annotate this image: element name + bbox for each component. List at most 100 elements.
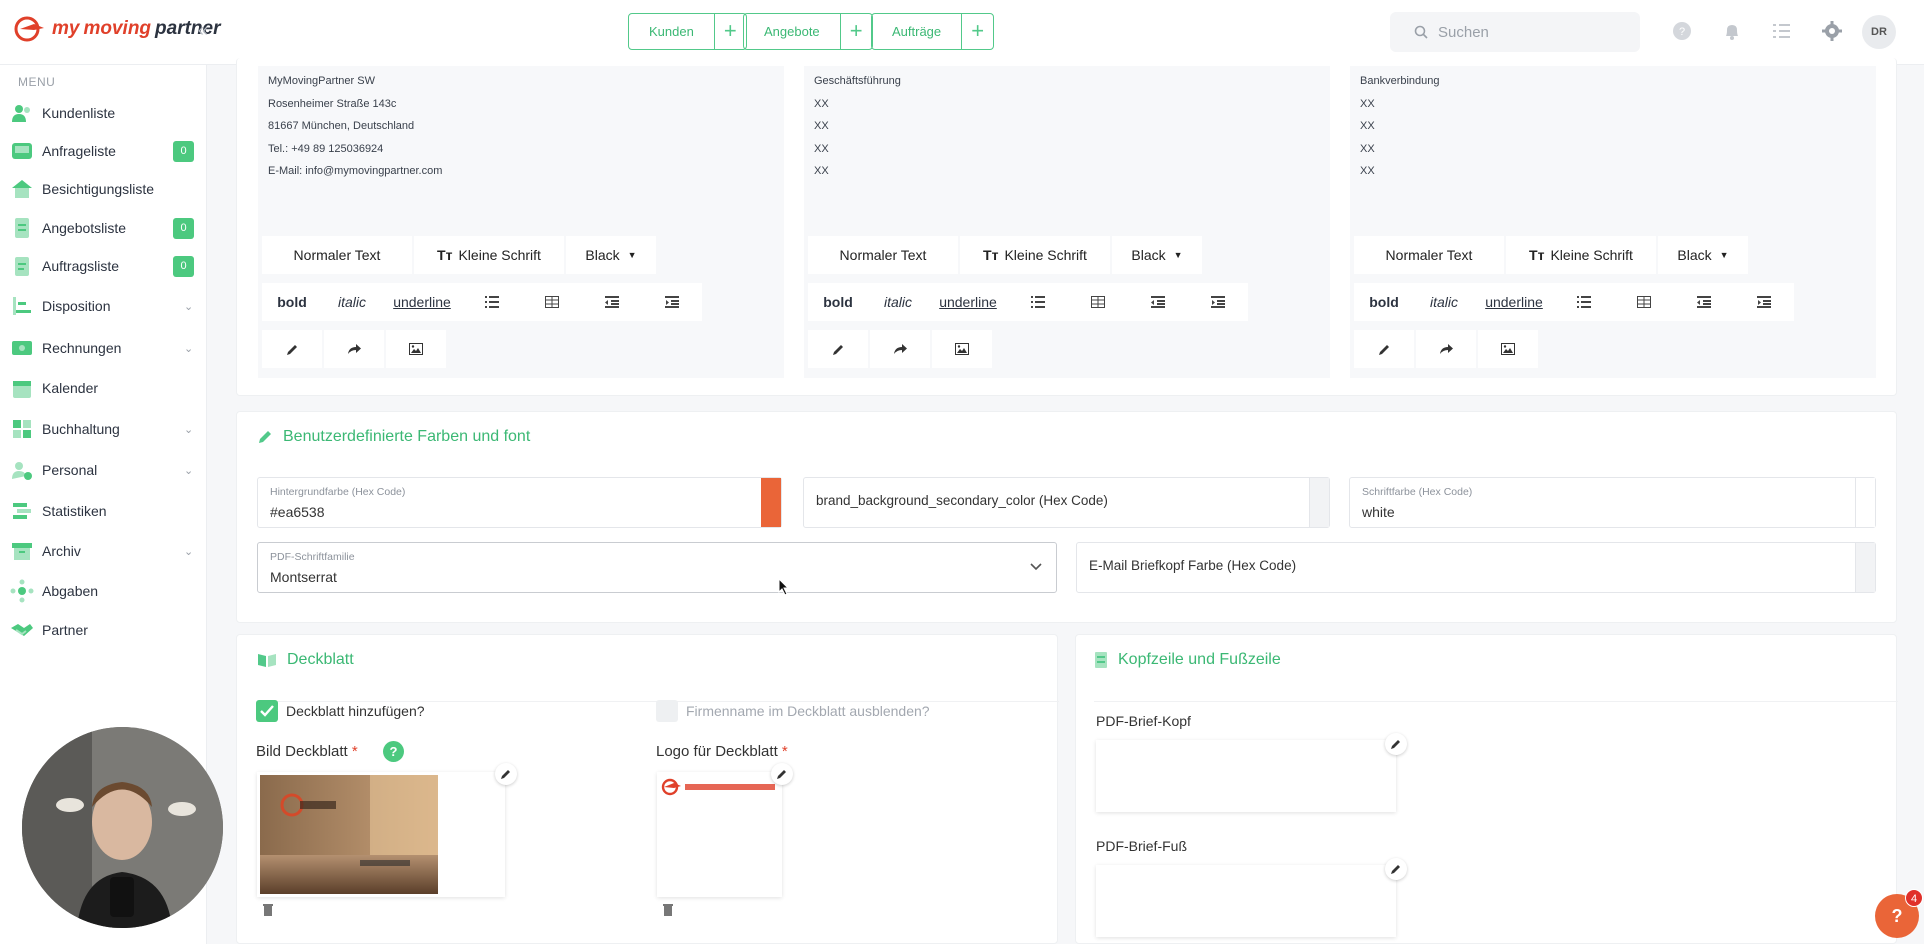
underline-button[interactable]: underline bbox=[928, 283, 1008, 321]
redo-button[interactable] bbox=[1416, 330, 1476, 368]
insert-image-button[interactable] bbox=[386, 330, 446, 368]
quick-angebote-button[interactable]: Angebote bbox=[744, 14, 840, 49]
trash-icon[interactable] bbox=[262, 902, 274, 916]
underline-button[interactable]: underline bbox=[382, 283, 462, 321]
table-button[interactable] bbox=[1068, 283, 1128, 321]
sidebar-item-auftragsliste[interactable]: Auftragsliste 0 bbox=[0, 249, 207, 283]
sidebar-item-angebotsliste[interactable]: Angebotsliste 0 bbox=[0, 211, 207, 245]
help-icon[interactable]: ? bbox=[383, 741, 404, 762]
sidebar-item-disposition[interactable]: Disposition ⌄ bbox=[0, 289, 207, 323]
hide-company-checkbox[interactable] bbox=[656, 700, 678, 722]
small-font-button[interactable]: Tт Kleine Schrift bbox=[414, 236, 564, 274]
insert-image-button[interactable] bbox=[1478, 330, 1538, 368]
font-color-field[interactable]: Schriftfarbe (Hex Code) white bbox=[1349, 477, 1876, 528]
editor-2-content[interactable]: Geschäftsführung XX XX XX XX bbox=[814, 70, 901, 183]
redo-button[interactable] bbox=[870, 330, 930, 368]
sidebar-item-statistiken[interactable]: Statistiken bbox=[0, 494, 207, 528]
deckblatt-add-checkbox[interactable] bbox=[256, 700, 278, 722]
indent-button[interactable] bbox=[642, 283, 702, 321]
edit-source-button[interactable] bbox=[1354, 330, 1414, 368]
pdf-brief-kopf-box[interactable] bbox=[1096, 740, 1396, 812]
list-button[interactable] bbox=[1008, 283, 1068, 321]
trash-icon[interactable] bbox=[662, 902, 674, 916]
edit-logo-icon[interactable] bbox=[771, 763, 793, 785]
add-auftrag-icon[interactable]: + bbox=[961, 14, 993, 49]
avatar[interactable]: DR bbox=[1862, 15, 1896, 49]
sidebar-item-rechnungen[interactable]: Rechnungen ⌄ bbox=[0, 331, 207, 365]
outdent-button[interactable] bbox=[582, 283, 642, 321]
italic-button[interactable]: italic bbox=[1414, 283, 1474, 321]
color-swatch[interactable] bbox=[761, 478, 781, 527]
pdf-brief-fuss-box[interactable] bbox=[1096, 865, 1396, 937]
sidebar-item-besichtigungsliste[interactable]: Besichtigungsliste bbox=[0, 172, 207, 206]
list-button[interactable] bbox=[462, 283, 522, 321]
quick-auftraege-button[interactable]: Aufträge bbox=[872, 14, 961, 49]
bell-icon[interactable] bbox=[1721, 20, 1743, 42]
quick-kunden-button[interactable]: Kunden bbox=[629, 14, 714, 49]
email-header-color-field[interactable]: E-Mail Briefkopf Farbe (Hex Code) bbox=[1076, 542, 1876, 593]
pdf-font-select[interactable]: PDF-Schriftfamilie Montserrat bbox=[257, 542, 1057, 593]
color-dropdown[interactable]: Black ▼ bbox=[1112, 236, 1202, 274]
editor-1-content[interactable]: MyMovingPartner SW Rosenheimer Straße 14… bbox=[268, 70, 442, 183]
sidebar-item-personal[interactable]: Personal ⌄ bbox=[0, 453, 207, 487]
color-dropdown[interactable]: Black ▼ bbox=[1658, 236, 1748, 274]
deckblatt-image-box[interactable] bbox=[257, 772, 505, 897]
sidebar-item-label: Disposition bbox=[42, 298, 111, 314]
indent-button[interactable] bbox=[1734, 283, 1794, 321]
required-marker: * bbox=[781, 743, 788, 760]
normal-text-button[interactable]: Normaler Text bbox=[262, 236, 412, 274]
edit-source-button[interactable] bbox=[808, 330, 868, 368]
secondary-color-field[interactable]: brand_background_secondary_color (Hex Co… bbox=[803, 477, 1330, 528]
small-font-button[interactable]: Tт Kleine Schrift bbox=[1506, 236, 1656, 274]
sidebar-item-kundenliste[interactable]: Kundenliste bbox=[0, 96, 207, 130]
normal-text-button[interactable]: Normaler Text bbox=[808, 236, 958, 274]
indent-icon bbox=[1757, 296, 1771, 308]
insert-image-button[interactable] bbox=[932, 330, 992, 368]
table-button[interactable] bbox=[522, 283, 582, 321]
add-kunde-icon[interactable]: + bbox=[713, 14, 746, 49]
color-swatch[interactable] bbox=[1855, 478, 1875, 527]
bold-button[interactable]: bold bbox=[262, 283, 322, 321]
italic-button[interactable]: italic bbox=[322, 283, 382, 321]
collapse-sidebar-icon[interactable]: « bbox=[198, 20, 208, 41]
color-swatch[interactable] bbox=[1855, 543, 1875, 592]
small-font-button[interactable]: Tт Kleine Schrift bbox=[960, 236, 1110, 274]
sidebar-item-kalender[interactable]: Kalender bbox=[0, 371, 207, 405]
color-dropdown[interactable]: Black ▼ bbox=[566, 236, 656, 274]
italic-button[interactable]: italic bbox=[868, 283, 928, 321]
sidebar-item-abgaben[interactable]: Abgaben bbox=[0, 574, 207, 608]
sidebar-item-anfrageliste[interactable]: Anfrageliste 0 bbox=[0, 134, 207, 168]
sidebar-item-archiv[interactable]: Archiv ⌄ bbox=[0, 534, 207, 568]
pencil-icon bbox=[832, 344, 843, 355]
edit-kopf-icon[interactable] bbox=[1385, 733, 1407, 755]
add-angebot-icon[interactable]: + bbox=[839, 14, 872, 49]
normal-text-button[interactable]: Normaler Text bbox=[1354, 236, 1504, 274]
chevron-down-icon: ⌄ bbox=[184, 464, 194, 477]
bold-button[interactable]: bold bbox=[1354, 283, 1414, 321]
help-icon[interactable]: ? bbox=[1671, 20, 1693, 42]
edit-fuss-icon[interactable] bbox=[1385, 858, 1407, 880]
bold-button[interactable]: bold bbox=[808, 283, 868, 321]
archive-icon bbox=[12, 543, 32, 560]
edit-source-button[interactable] bbox=[262, 330, 322, 368]
list-button[interactable] bbox=[1554, 283, 1614, 321]
search-input[interactable]: Suchen bbox=[1390, 12, 1640, 52]
sidebar-item-partner[interactable]: Partner bbox=[0, 613, 207, 647]
table-button[interactable] bbox=[1614, 283, 1674, 321]
background-color-field[interactable]: Hintergrundfarbe (Hex Code) #ea6538 bbox=[257, 477, 782, 528]
edit-image-icon[interactable] bbox=[495, 763, 517, 785]
editor-3-content[interactable]: Bankverbindung XX XX XX XX bbox=[1360, 70, 1440, 183]
statistics-icon bbox=[13, 503, 31, 519]
gear-icon[interactable] bbox=[1821, 20, 1843, 42]
outdent-button[interactable] bbox=[1128, 283, 1188, 321]
deckblatt-logo-box[interactable] bbox=[657, 772, 782, 897]
checklist-icon[interactable] bbox=[1771, 20, 1793, 42]
indent-button[interactable] bbox=[1188, 283, 1248, 321]
color-swatch[interactable] bbox=[1309, 478, 1329, 527]
logo[interactable]: my moving partner bbox=[14, 16, 221, 42]
redo-button[interactable] bbox=[324, 330, 384, 368]
sidebar-item-buchhaltung[interactable]: Buchhaltung ⌄ bbox=[0, 412, 207, 446]
underline-button[interactable]: underline bbox=[1474, 283, 1554, 321]
outdent-button[interactable] bbox=[1674, 283, 1734, 321]
pencil-icon bbox=[1378, 344, 1389, 355]
